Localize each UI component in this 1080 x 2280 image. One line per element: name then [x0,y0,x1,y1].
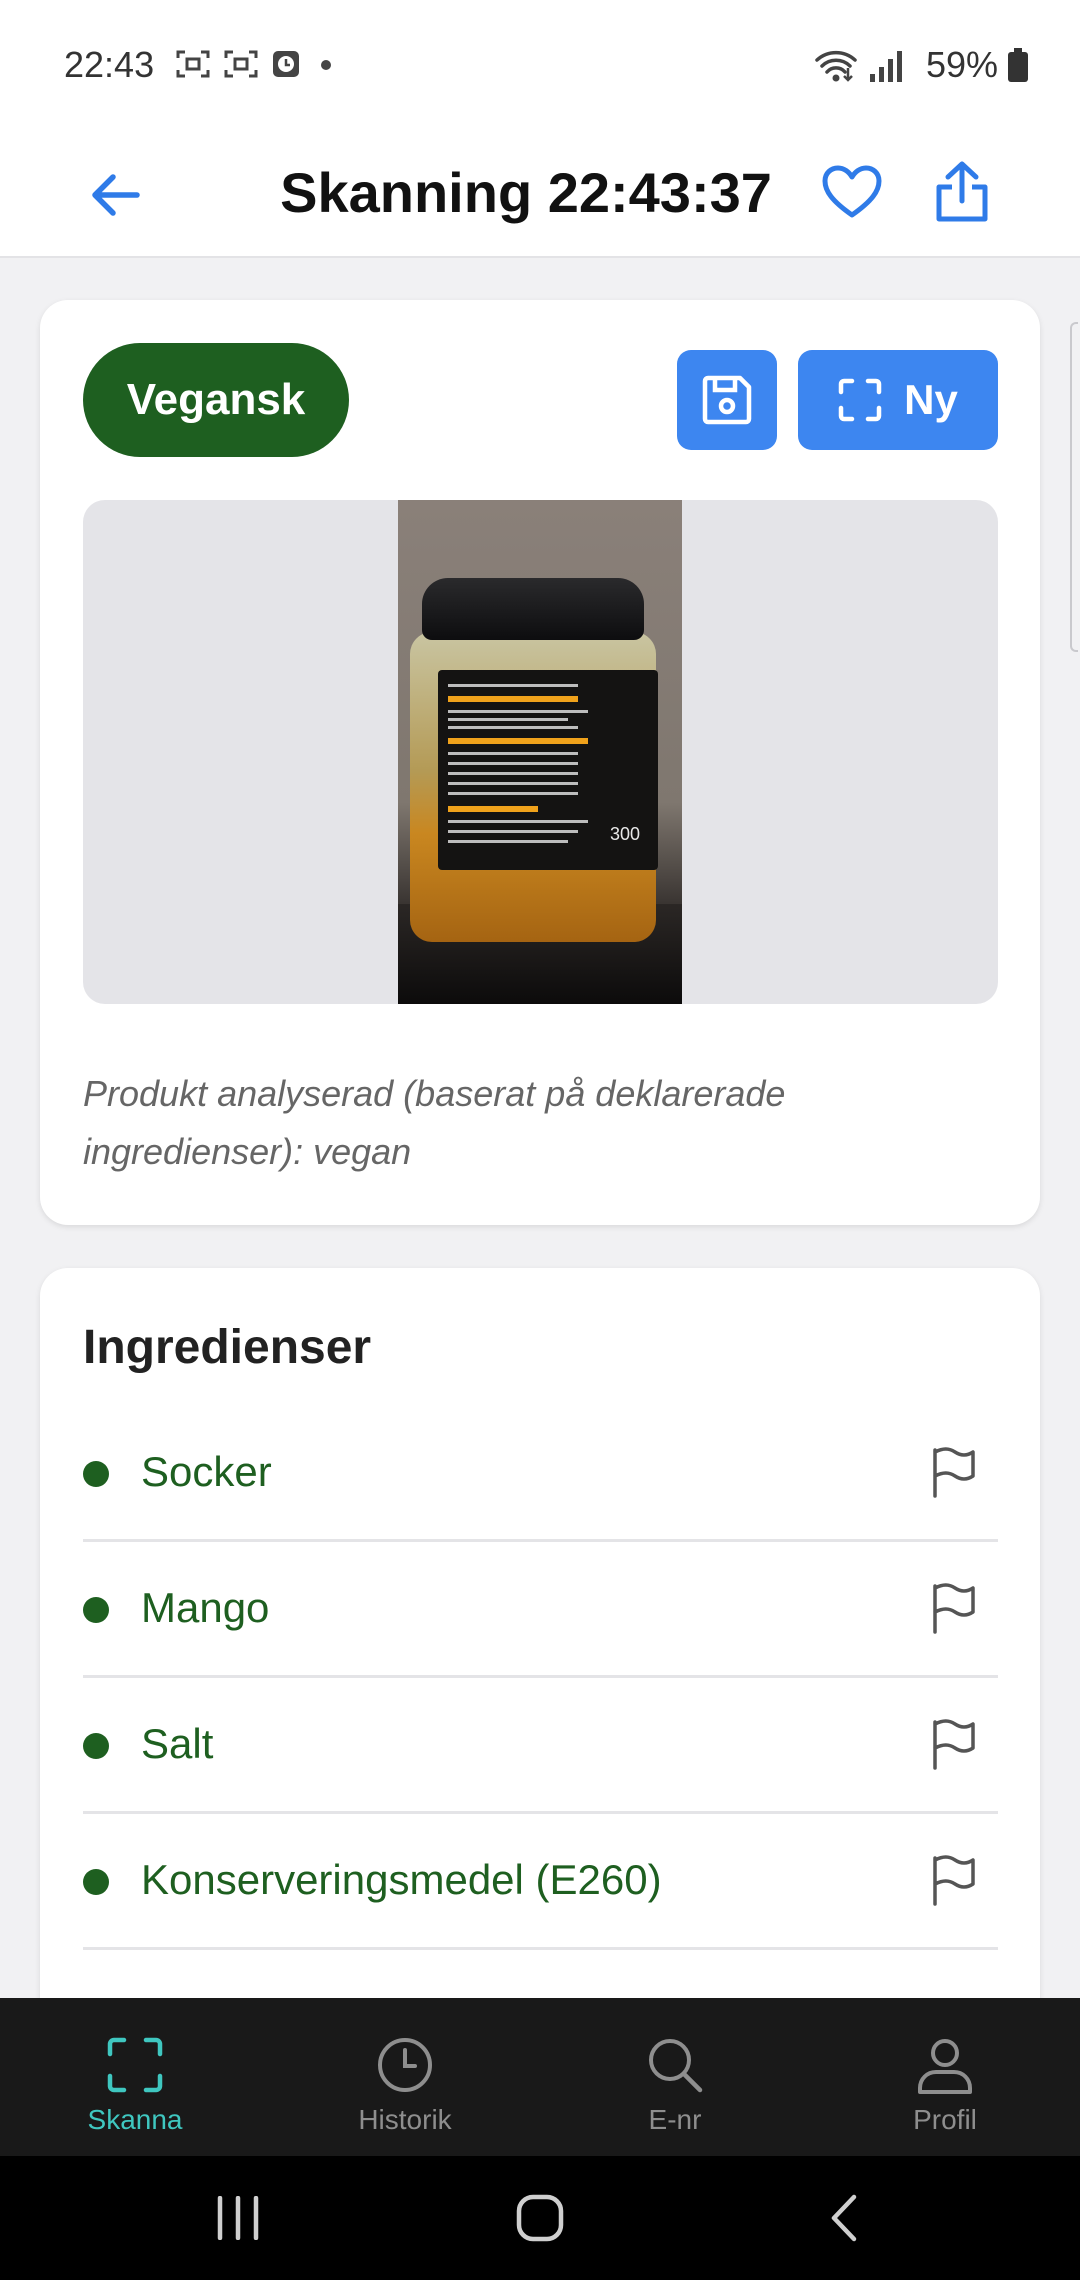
recent-apps-icon [217,2196,259,2240]
scan-frame-icon [838,378,882,422]
ingredient-row: Mango [83,1542,998,1678]
ingredient-row: Socker [83,1406,998,1542]
report-flag-button[interactable] [922,1440,986,1504]
system-navigation-bar [0,2156,1080,2280]
nav-item-skanna[interactable]: Skanna [0,1998,270,2156]
ingredient-label: Salt [141,1720,214,1767]
battery-percentage: 59% [925,44,998,85]
save-button[interactable] [677,350,777,450]
favorite-button[interactable] [816,156,888,228]
status-dot [83,1461,109,1487]
share-icon [936,161,988,222]
ingredient-label: Mango [141,1584,270,1631]
status-icons-right [814,48,904,84]
floppy-icon [702,375,752,425]
analysis-result-text: Produkt analyserad (baserat på deklarera… [83,1073,786,1172]
scroll-indicator [1070,322,1078,652]
signal-icon [870,51,902,82]
report-flag-button[interactable] [922,1576,986,1640]
chevron-left-icon [831,2194,857,2242]
flag-icon [933,1855,975,1906]
status-dot [83,1597,109,1623]
nav-label: Skanna [87,2104,183,2135]
status-dot [83,1869,109,1895]
status-icons-left [176,50,338,78]
system-back-button[interactable] [812,2186,876,2250]
nav-item-profil[interactable]: Profil [810,1998,1080,2156]
flag-icon [933,1447,975,1498]
ingredient-label: Konserveringsmedel (E260) [141,1856,662,1903]
recent-apps-button[interactable] [206,2186,270,2250]
product-photo: 300 [398,500,682,1004]
new-scan-button[interactable]: Ny [798,350,998,450]
ingredients-title: Ingredienser [83,1321,372,1374]
nav-item-historik[interactable]: Historik [270,1998,540,2156]
wifi-icon [815,50,857,82]
ingredient-row: Salt [83,1678,998,1814]
home-icon [516,2194,564,2242]
result-card: Vegansk Ny 300 Produkt analyserad (baser… [40,300,1040,1225]
ingredients-card: Ingredienser Socker Mango Salt Konserver… [40,1268,1040,2008]
status-time: 22:43 [64,44,155,85]
scan-icon [107,2037,163,2093]
search-icon [649,2039,703,2093]
status-bar: 22:43 59% [0,0,1080,130]
product-image-panel: 300 [83,500,998,1004]
bottom-navigation: Skanna Historik E-nr Profil [0,1998,1080,2156]
screenshot-icon [224,50,258,78]
share-button[interactable] [924,152,1000,232]
ingredient-row: Konserveringsmedel (E260) [83,1814,998,1950]
flag-icon [933,1719,975,1770]
flag-icon [933,1583,975,1634]
nav-label: Profil [913,2104,977,2135]
status-dot [83,1733,109,1759]
home-button[interactable] [508,2186,572,2250]
clock-app-icon [273,51,299,77]
jar-weight-text: 300 [610,824,641,844]
nav-item-e-nr[interactable]: E-nr [540,1998,810,2156]
battery-icon [1008,48,1028,82]
nav-label: Historik [358,2104,452,2135]
vegan-badge: Vegansk [83,343,349,457]
report-flag-button[interactable] [922,1712,986,1776]
heart-icon [822,165,882,218]
nav-label: E-nr [648,2104,702,2135]
report-flag-button[interactable] [922,1848,986,1912]
page-title: Skanning 22:43:37 [280,161,772,224]
new-scan-label: Ny [904,376,958,423]
ingredient-label: Socker [141,1448,272,1495]
app-header: Skanning 22:43:37 [0,130,1080,258]
clock-icon [378,2038,432,2092]
dot-icon [321,60,331,70]
user-icon [918,2039,972,2094]
screenshot-icon [176,50,210,78]
